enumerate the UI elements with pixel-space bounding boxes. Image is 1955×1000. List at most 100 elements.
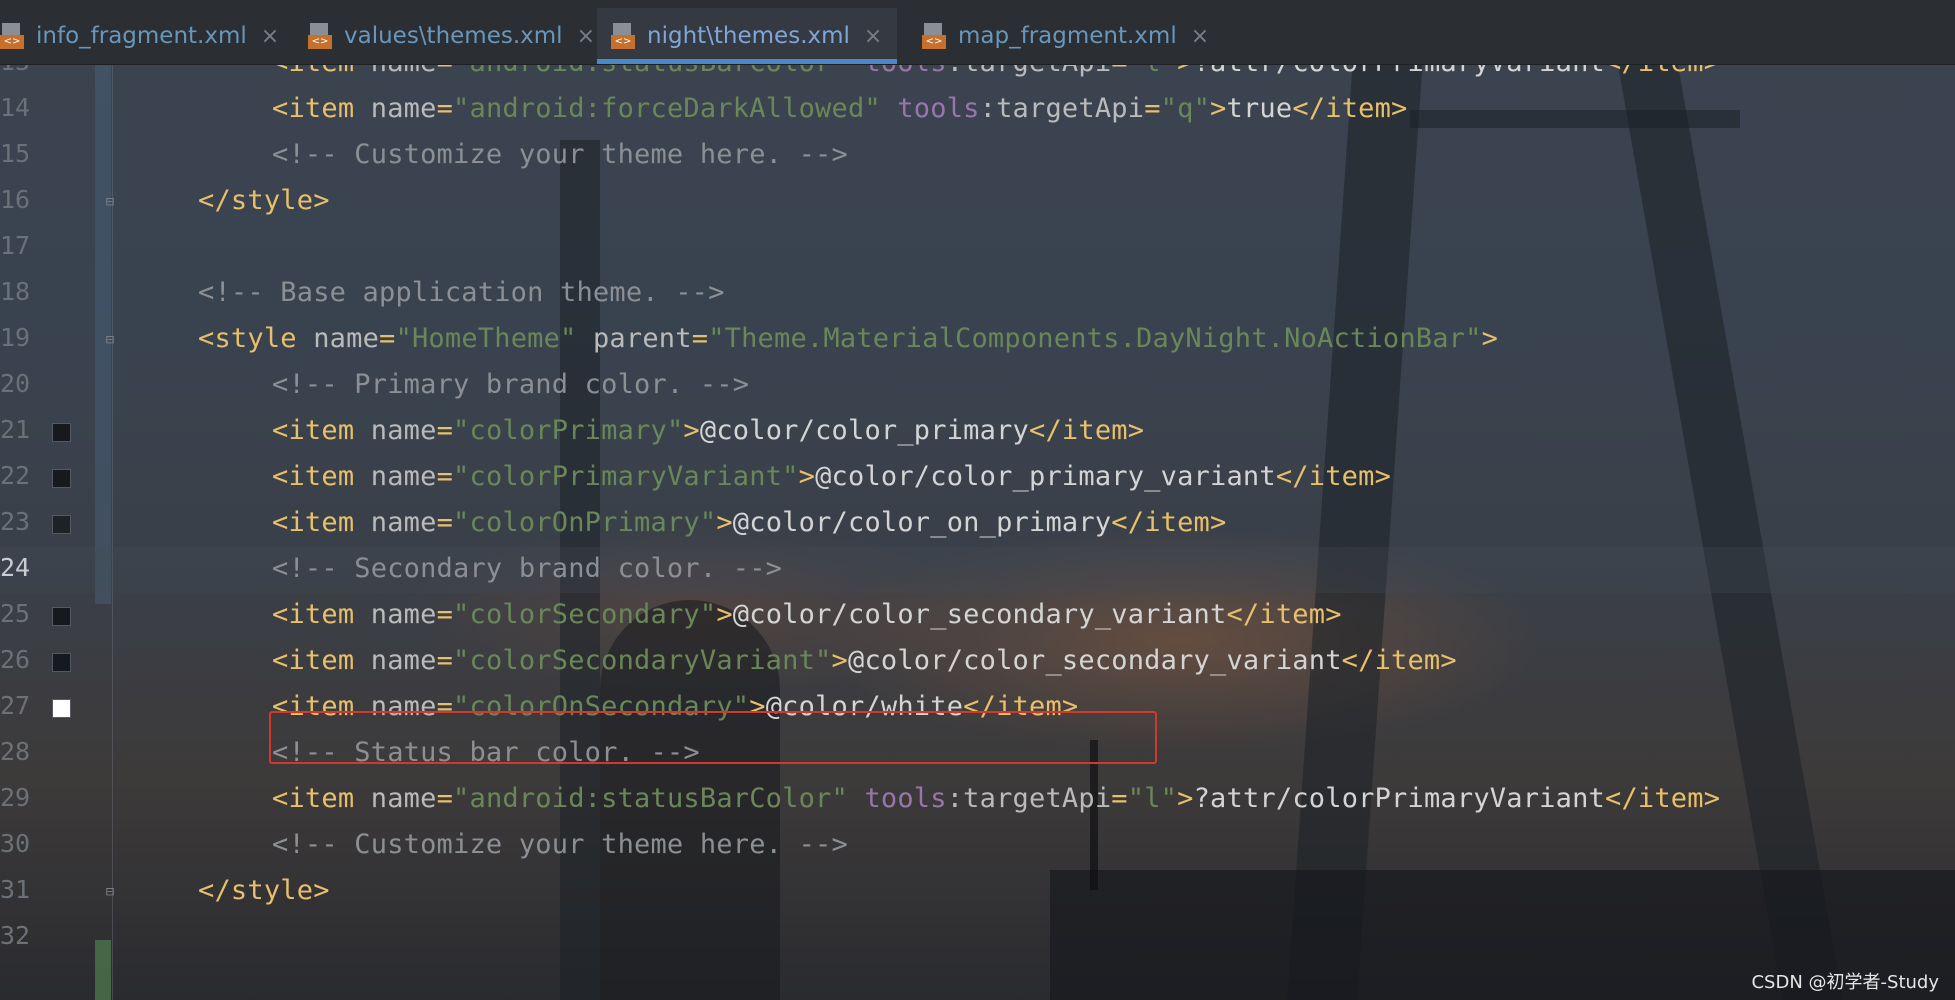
code-token: <item bbox=[272, 599, 371, 630]
code-token: > bbox=[798, 461, 816, 492]
highlight-annotation-box bbox=[269, 711, 1157, 764]
code-token: <item bbox=[272, 507, 371, 538]
code-token: </item> bbox=[1226, 599, 1342, 630]
tab-values-themes[interactable]: <> values\themes.xml × bbox=[296, 8, 607, 64]
code-token: </item> bbox=[1292, 93, 1408, 124]
code-token: <item bbox=[272, 783, 371, 814]
tab-info-fragment[interactable]: <> info_fragment.xml × bbox=[0, 8, 291, 64]
code-text: <item name="colorPrimary">@color/color_p… bbox=[272, 415, 1144, 446]
code-line[interactable]: 17 bbox=[0, 225, 1955, 271]
code-text: <style name="HomeTheme" parent="Theme.Ma… bbox=[198, 323, 1498, 354]
color-swatch-icon[interactable] bbox=[52, 699, 71, 718]
code-line[interactable]: 18 <!-- Base application theme. --> bbox=[0, 271, 1955, 317]
code-token: = bbox=[436, 783, 454, 814]
code-token: <item bbox=[272, 415, 371, 446]
code-token: name bbox=[370, 93, 437, 124]
code-token: = bbox=[436, 645, 454, 676]
code-token: name bbox=[370, 645, 437, 676]
code-text: <item name="colorPrimaryVariant">@color/… bbox=[272, 461, 1391, 492]
code-text: <item name="colorSecondary">@color/color… bbox=[272, 599, 1342, 630]
code-text: </style> bbox=[198, 875, 330, 906]
color-swatch-icon[interactable] bbox=[52, 515, 71, 534]
code-token: name bbox=[370, 599, 437, 630]
code-line[interactable]: 26 <item name="colorSecondaryVariant">@co… bbox=[0, 639, 1955, 685]
close-icon[interactable]: × bbox=[261, 24, 279, 49]
code-token: name bbox=[313, 323, 380, 354]
xml-file-icon: <> bbox=[0, 23, 24, 49]
code-text: <item name="colorOnPrimary">@color/color… bbox=[272, 507, 1226, 538]
code-token: <item bbox=[272, 461, 371, 492]
close-icon[interactable]: × bbox=[1191, 24, 1209, 49]
tab-map-fragment[interactable]: <> map_fragment.xml × bbox=[910, 8, 1221, 64]
code-line[interactable]: 15 <!-- Customize your theme here. --> bbox=[0, 133, 1955, 179]
line-number: 32 bbox=[0, 921, 31, 950]
code-token: = bbox=[436, 415, 454, 446]
tab-label: values\themes.xml bbox=[344, 23, 563, 49]
code-token: <!-- Primary brand color. --> bbox=[272, 369, 750, 400]
code-text: <item name="android:statusBarColor" tool… bbox=[272, 783, 1720, 814]
code-token: name bbox=[370, 415, 437, 446]
code-line[interactable]: 30 <!-- Customize your theme here. --> bbox=[0, 823, 1955, 869]
fold-marker-icon[interactable]: ⊟ bbox=[101, 193, 119, 211]
code-token: </item> bbox=[1029, 415, 1145, 446]
line-number: 18 bbox=[0, 277, 31, 306]
line-number: 17 bbox=[0, 231, 31, 260]
code-line[interactable]: 20 <!-- Primary brand color. --> bbox=[0, 363, 1955, 409]
tab-night-themes[interactable]: <> night\themes.xml × bbox=[597, 8, 897, 64]
code-token: <!-- Secondary brand color. --> bbox=[272, 553, 783, 584]
color-swatch-icon[interactable] bbox=[52, 423, 71, 442]
code-text: <!-- Customize your theme here. --> bbox=[272, 829, 848, 860]
code-line[interactable]: 29 <item name="android:statusBarColor" to… bbox=[0, 777, 1955, 823]
code-token: "colorPrimaryVariant" bbox=[453, 461, 799, 492]
code-token: = bbox=[691, 323, 709, 354]
code-text: <!-- Primary brand color. --> bbox=[272, 369, 749, 400]
code-line[interactable]: 22 <item name="colorPrimaryVariant">@colo… bbox=[0, 455, 1955, 501]
code-token: @color/color_primary bbox=[699, 415, 1029, 446]
code-token: name bbox=[370, 783, 437, 814]
code-text: <!-- Base application theme. --> bbox=[198, 277, 725, 308]
code-token: > bbox=[716, 507, 733, 538]
code-token: </item> bbox=[1604, 783, 1721, 814]
watermark: CSDN @初学者-Study bbox=[1751, 972, 1939, 993]
code-token: "colorSecondaryVariant" bbox=[453, 645, 832, 676]
code-token: = bbox=[436, 461, 454, 492]
code-token: "HomeTheme" bbox=[395, 323, 577, 354]
editor-tab-bar: <> info_fragment.xml × <> values\themes.… bbox=[0, 0, 1955, 65]
code-text: <item name="colorSecondaryVariant">@colo… bbox=[272, 645, 1457, 676]
code-token: = bbox=[436, 93, 454, 124]
line-number: 21 bbox=[0, 415, 31, 444]
code-token: = bbox=[436, 507, 454, 538]
line-number: 28 bbox=[0, 737, 31, 766]
color-swatch-icon[interactable] bbox=[52, 653, 71, 672]
code-line[interactable]: 16 ⊟ </style> bbox=[0, 179, 1955, 225]
color-swatch-icon[interactable] bbox=[52, 469, 71, 488]
code-token: "Theme.MaterialComponents.DayNight.NoAct… bbox=[708, 323, 1482, 354]
xml-file-icon: <> bbox=[611, 23, 635, 49]
line-number: 14 bbox=[0, 93, 31, 122]
code-line[interactable]: 31 ⊟ </style> bbox=[0, 869, 1955, 915]
code-token: "android:forceDarkAllowed" bbox=[453, 93, 881, 124]
code-line[interactable]: 25 <item name="colorSecondary">@color/col… bbox=[0, 593, 1955, 639]
code-line[interactable]: 24 <!-- Secondary brand color. --> bbox=[0, 547, 1955, 593]
color-swatch-icon[interactable] bbox=[52, 607, 71, 626]
code-editor[interactable]: 13<item name="android:statusBarColor" to… bbox=[0, 47, 1955, 1000]
code-token: true bbox=[1226, 93, 1293, 124]
code-line[interactable]: 19 ⊟ <style name="HomeTheme" parent="Theme… bbox=[0, 317, 1955, 363]
code-text: </style> bbox=[198, 185, 330, 216]
close-icon[interactable]: × bbox=[577, 24, 595, 49]
code-line[interactable]: 23 <item name="colorOnPrimary">@color/col… bbox=[0, 501, 1955, 547]
tab-label: night\themes.xml bbox=[647, 23, 850, 49]
code-line[interactable]: 14 <item name="android:forceDarkAllowed" … bbox=[0, 87, 1955, 133]
code-line[interactable]: 32 bbox=[0, 915, 1955, 961]
code-token: > bbox=[1481, 323, 1499, 354]
fold-marker-icon[interactable]: ⊟ bbox=[101, 883, 119, 901]
xml-file-icon: <> bbox=[308, 23, 332, 49]
line-number: 26 bbox=[0, 645, 31, 674]
fold-marker-icon[interactable]: ⊟ bbox=[101, 331, 119, 349]
code-line[interactable]: 21 <item name="colorPrimary">@color/color… bbox=[0, 409, 1955, 455]
close-icon[interactable]: × bbox=[864, 24, 882, 49]
code-token: > bbox=[683, 415, 700, 446]
code-token: = bbox=[1144, 93, 1161, 124]
code-token: @color/color_primary_variant bbox=[815, 461, 1276, 492]
